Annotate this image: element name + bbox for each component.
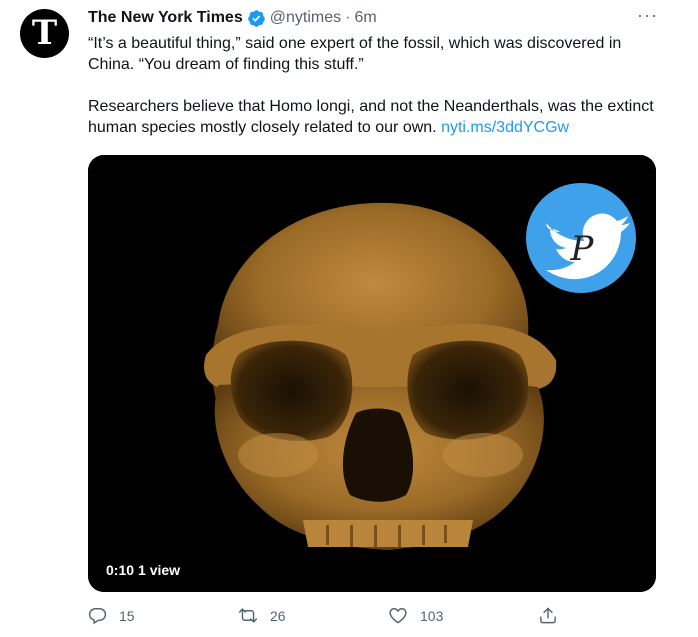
like-count: 103 — [420, 607, 444, 624]
like-button[interactable]: 103 — [388, 606, 538, 625]
nyt-logo-glyph: T — [31, 12, 58, 53]
video-views: 1 view — [138, 562, 181, 578]
avatar[interactable]: T — [20, 9, 69, 58]
watermark-letter: P — [570, 229, 595, 269]
retweet-icon — [238, 608, 258, 623]
tweet-paragraph-1: “It’s a beautiful thing,” said one exper… — [88, 35, 622, 73]
tweet: T The New York Times @nytimes · 6m ··· “… — [0, 0, 698, 637]
video-player[interactable]: P 0:10 1 view — [88, 155, 656, 592]
reply-icon — [88, 608, 107, 625]
watermark-badge: P — [526, 183, 636, 293]
separator-dot: · — [345, 9, 351, 26]
share-button[interactable] — [538, 606, 570, 625]
retweet-count: 26 — [270, 607, 286, 624]
article-link[interactable]: nyti.ms/3ddYCGw — [441, 119, 569, 136]
author-handle[interactable]: @nytimes — [270, 9, 341, 27]
more-options-icon[interactable]: ··· — [637, 6, 658, 24]
video-duration: 0:10 — [106, 562, 135, 578]
reply-button[interactable]: 15 — [88, 606, 238, 625]
video-info-overlay: 0:10 1 view — [106, 562, 180, 578]
tweet-paragraph-2: Researchers believe that Homo longi, and… — [88, 96, 668, 138]
tweet-text: “It’s a beautiful thing,” said one exper… — [88, 33, 668, 138]
author-name[interactable]: The New York Times — [88, 9, 243, 27]
tweet-timestamp[interactable]: 6m — [354, 9, 376, 27]
retweet-button[interactable]: 26 — [238, 606, 388, 625]
reply-count: 15 — [119, 607, 135, 624]
share-icon — [540, 607, 556, 624]
heart-icon — [389, 608, 407, 624]
verified-badge-icon — [247, 9, 266, 28]
twitter-bird-icon: P — [546, 213, 630, 280]
tweet-header: The New York Times @nytimes · 6m — [88, 8, 638, 28]
tweet-actions: 15 26 103 — [88, 606, 578, 625]
